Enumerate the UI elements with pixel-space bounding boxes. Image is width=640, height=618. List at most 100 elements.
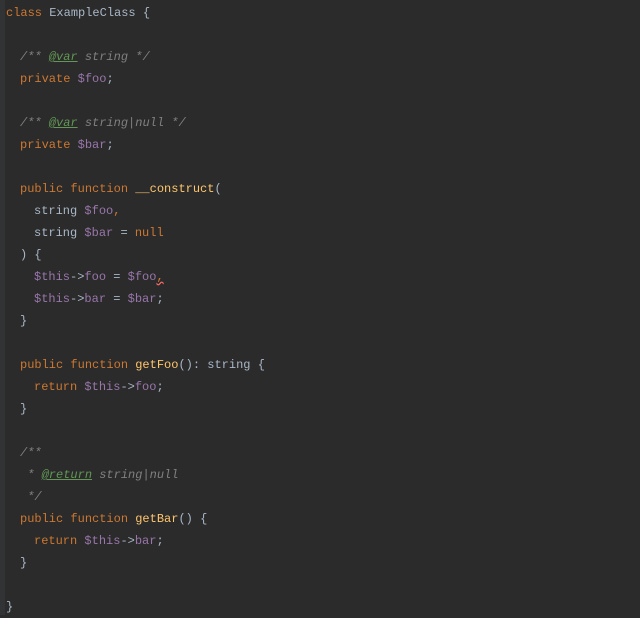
keyword-public: public [20, 178, 63, 200]
this: $this [34, 288, 70, 310]
code-line[interactable]: private $foo; [6, 68, 640, 90]
code-line[interactable] [6, 332, 640, 354]
code-editor[interactable]: class ExampleClass { /** @var string */ … [0, 0, 640, 618]
var-foo: $foo [128, 266, 157, 288]
paren-close: ) [186, 354, 193, 376]
arrow: -> [120, 530, 134, 552]
type-hint: string [34, 200, 77, 222]
semicolon: ; [106, 134, 113, 156]
code-line[interactable] [6, 24, 640, 46]
doc-end: */ [27, 486, 41, 508]
keyword-class: class [6, 2, 42, 24]
code-line[interactable]: string $bar = null [6, 222, 640, 244]
code-line[interactable]: /** @var string */ [6, 46, 640, 68]
code-line[interactable]: /** @var string|null */ [6, 112, 640, 134]
code-line[interactable] [6, 574, 640, 596]
code-line[interactable]: * @return string|null [6, 464, 640, 486]
code-line[interactable]: $this->bar = $bar; [6, 288, 640, 310]
prop-bar: bar [84, 288, 106, 310]
brace-close: } [20, 552, 27, 574]
comma: , [113, 200, 120, 222]
keyword-private: private [20, 68, 70, 90]
brace-open: { [143, 2, 150, 24]
code-line[interactable]: $this->foo = $foo, [6, 266, 640, 288]
fn-construct: __construct [135, 178, 214, 200]
code-line[interactable]: } [6, 552, 640, 574]
arrow: -> [70, 288, 84, 310]
semicolon: ; [106, 68, 113, 90]
code-line[interactable]: */ [6, 486, 640, 508]
code-line[interactable]: return $this->bar; [6, 530, 640, 552]
this: $this [84, 530, 120, 552]
semicolon: ; [156, 288, 163, 310]
var-bar: $bar [78, 134, 107, 156]
brace-close: } [20, 310, 27, 332]
paren-open: ( [214, 178, 221, 200]
keyword-public: public [20, 354, 63, 376]
code-line[interactable]: ) { [6, 244, 640, 266]
code-line[interactable]: class ExampleClass { [6, 2, 640, 24]
arrow: -> [70, 266, 84, 288]
param-bar: $bar [84, 222, 113, 244]
fn-getBar: getBar [135, 508, 178, 530]
type-hint: string [34, 222, 77, 244]
type-string: string [85, 112, 128, 134]
equals: = [113, 288, 120, 310]
keyword-public: public [20, 508, 63, 530]
keyword-return: return [34, 530, 77, 552]
colon: : [193, 354, 200, 376]
type-null: null [150, 464, 179, 486]
semicolon: ; [156, 376, 163, 398]
brace-open: { [200, 508, 207, 530]
equals: = [113, 266, 120, 288]
prop-foo: foo [135, 376, 157, 398]
code-line[interactable]: /** [6, 442, 640, 464]
brace-open: { [258, 354, 265, 376]
this: $this [84, 376, 120, 398]
prop-foo: foo [84, 266, 106, 288]
keyword-private: private [20, 134, 70, 156]
type-string: string [99, 464, 142, 486]
param-foo: $foo [84, 200, 113, 222]
code-line[interactable]: } [6, 398, 640, 420]
gutter [0, 0, 5, 615]
paren-open: ( [178, 508, 185, 530]
code-line[interactable]: return $this->foo; [6, 376, 640, 398]
doc-start: /** [20, 46, 42, 68]
class-name: ExampleClass [49, 2, 135, 24]
doc-start: /** [20, 112, 42, 134]
doc-star: * [20, 464, 34, 486]
doc-star [20, 486, 27, 508]
code-line[interactable]: public function getBar() { [6, 508, 640, 530]
return-tag: @return [42, 464, 92, 486]
null-keyword: null [135, 222, 164, 244]
var-foo: $foo [78, 68, 107, 90]
code-line[interactable]: private $bar; [6, 134, 640, 156]
semicolon: ; [156, 530, 163, 552]
keyword-return: return [34, 376, 77, 398]
code-line[interactable] [6, 420, 640, 442]
code-line[interactable] [6, 90, 640, 112]
type-string: string [85, 46, 128, 68]
code-line[interactable]: } [6, 310, 640, 332]
code-line[interactable]: public function __construct( [6, 178, 640, 200]
brace-close: } [20, 398, 27, 420]
paren-close: ) [20, 244, 27, 266]
keyword-function: function [70, 508, 128, 530]
type-null: null [135, 112, 164, 134]
arrow: -> [120, 376, 134, 398]
keyword-function: function [70, 354, 128, 376]
code-line[interactable]: public function getFoo(): string { [6, 354, 640, 376]
doc-end: */ [135, 46, 149, 68]
type-pipe: | [142, 464, 149, 486]
brace-open: { [34, 244, 41, 266]
var-bar: $bar [128, 288, 157, 310]
keyword-function: function [70, 178, 128, 200]
code-line[interactable]: string $foo, [6, 200, 640, 222]
doc-end: */ [171, 112, 185, 134]
paren-close: ) [186, 508, 193, 530]
type-pipe: | [128, 112, 135, 134]
code-line[interactable] [6, 156, 640, 178]
doc-start: /** [20, 442, 42, 464]
comma-error: , [156, 266, 163, 288]
